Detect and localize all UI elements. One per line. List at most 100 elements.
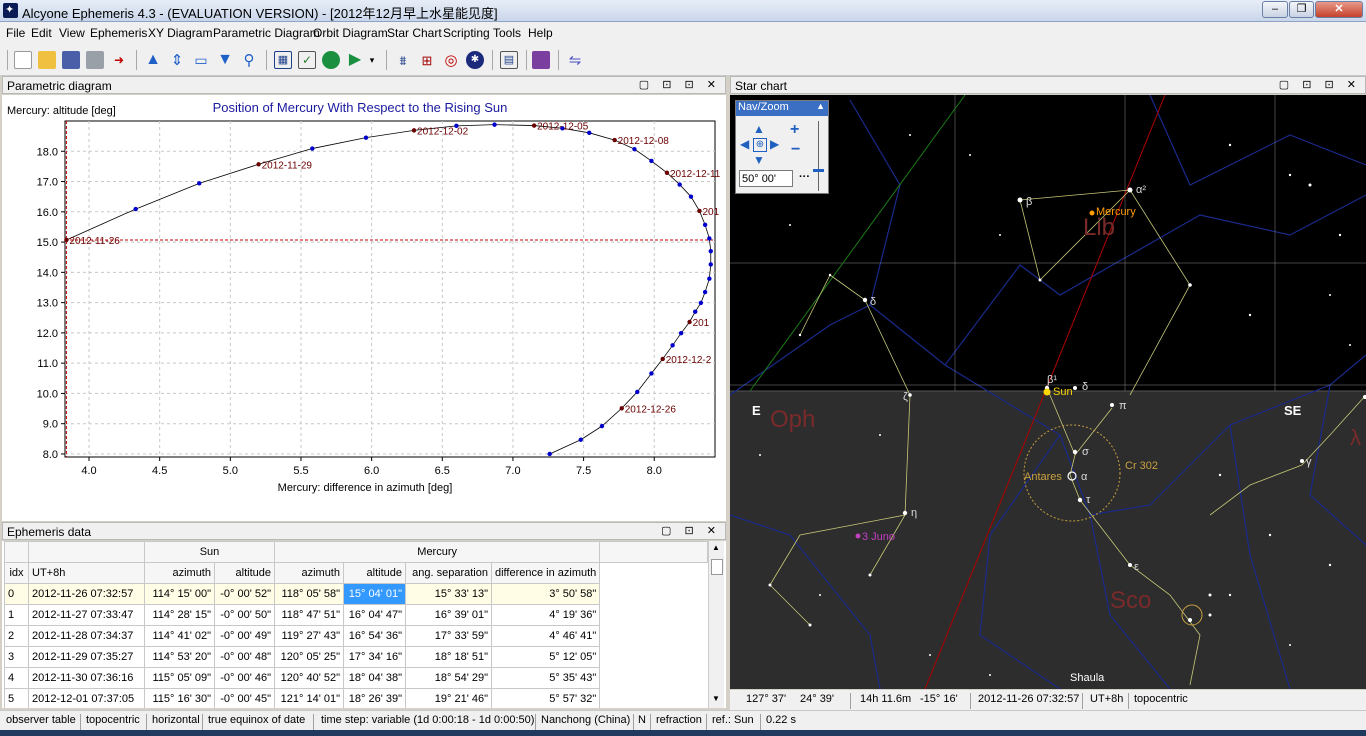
menu-ephemeris[interactable]: Ephemeris [90,26,147,40]
table-row[interactable]: 5 2012-12-01 07:37:05 115° 16' 30" -0° 00' … [4,688,708,708]
chevron-down-icon[interactable]: ▾ [366,51,378,69]
label-sigma: σ [1082,446,1089,458]
label-shaula: Shaula [1070,672,1105,684]
parametric-diagram-icon[interactable]: ⊞ [418,51,436,69]
cell: 0 [4,583,29,605]
pan-down-icon[interactable]: ▼ [753,153,765,167]
xy-diagram-icon[interactable]: ⩩ [394,51,412,69]
panel-window-buttons[interactable]: ▢ ⊡ ⊡ ✕ [1279,78,1361,91]
nav-zoom-header[interactable]: Nav/Zoom ▲ [736,101,828,116]
label-gamma: γ [1306,456,1312,468]
menu-help[interactable]: Help [528,26,553,40]
data-point [702,289,708,295]
table-row[interactable]: 0 2012-11-26 07:32:57 114° 15' 00" -0° 00' … [4,583,708,605]
book-icon[interactable] [532,51,550,69]
menu-orbit-diagram[interactable]: Orbit Diagram [313,26,388,40]
chart-title: Position of Mercury With Respect to the … [213,100,508,115]
menu-xy-diagram[interactable]: XY Diagram [148,26,212,40]
scroll-up-icon[interactable]: ▲ [712,543,720,552]
divider [1082,693,1083,709]
zoom-slider-thumb[interactable] [813,169,824,172]
zoom-out-icon[interactable]: − [791,141,800,159]
menu-star-chart[interactable]: Star Chart [387,26,442,40]
divider [760,714,761,730]
star-chart-icon[interactable]: ✱ [466,51,484,69]
save-icon[interactable] [62,51,80,69]
y-tick-label: 18.0 [37,146,58,158]
arrow-down-icon[interactable]: ▼ [216,51,234,69]
center-icon[interactable]: ⊕ [753,138,767,152]
parametric-diagram[interactable]: 4.0 4.5 5.0 5.5 6.0 6.5 7.0 7.5 8.0 8.0 9.0 10.0 11.… [2,95,726,521]
column-header[interactable]: idx [4,562,29,584]
arrow-up-icon[interactable]: ▲ [144,51,162,69]
column-header[interactable]: altitude [343,562,406,584]
menu-scripting[interactable]: Scripting [443,26,490,40]
search-icon[interactable]: ⚲ [240,51,258,69]
pan-right-icon[interactable]: ▶ [770,137,779,151]
cell: 120° 05' 25" [274,646,344,668]
minimize-button[interactable]: – [1262,1,1288,18]
cell: 3 [4,646,29,668]
data-point [531,123,537,128]
menu-tools[interactable]: Tools [493,26,521,40]
cell: 4° 19' 36" [490,604,601,626]
data-point [619,406,624,411]
column-header[interactable]: azimuth [274,562,344,584]
parametric-chart[interactable]: 4.0 4.5 5.0 5.5 6.0 6.5 7.0 7.5 8.0 8.0 9.0 10.0 11.… [2,95,726,521]
panel-window-buttons[interactable]: ▢ ⊡ ⊡ ✕ [639,78,721,91]
column-header[interactable]: altitude [214,562,275,584]
juno-marker[interactable] [855,533,861,539]
export-icon[interactable]: ➜ [110,51,128,69]
menu-parametric-diagram[interactable]: Parametric Diagram [213,26,320,40]
table-row[interactable]: 4 2012-11-30 07:36:16 115° 05' 09" -0° 00' … [4,667,708,689]
table-icon[interactable]: ▦ [274,51,292,69]
status-time-step: time step: variable (1d 0:00:18 - 1d 0:0… [321,714,535,726]
x-tick-label: 5.0 [223,465,238,477]
column-header[interactable]: difference in azimuth [490,562,601,584]
open-folder-icon[interactable] [38,51,56,69]
menu-view[interactable]: View [59,26,85,40]
vertical-scrollbar[interactable]: ▲ ▼ [708,541,724,708]
scroll-down-icon[interactable]: ▼ [712,694,720,703]
more-icon[interactable]: ··· [799,171,810,183]
pan-left-icon[interactable]: ◀ [740,137,749,151]
menu-edit[interactable]: Edit [31,26,52,40]
divider [850,693,851,709]
globe-icon[interactable] [322,51,340,69]
zoom-in-icon[interactable]: + [790,121,799,139]
play-icon[interactable]: ▶ [346,51,364,69]
expand-icon[interactable]: ⇕ [168,51,186,69]
column-header[interactable]: ang. separation [405,562,492,584]
chart-icon[interactable]: ✓ [298,51,316,69]
window-icon[interactable]: ▭ [192,51,210,69]
cell: 5° 35' 43" [490,667,601,689]
sun-marker[interactable] [1043,388,1051,396]
print-icon[interactable] [86,51,104,69]
scrollbar-thumb[interactable] [711,559,723,575]
label-eta: η [911,507,917,519]
orbit-diagram-icon[interactable]: ◎ [442,51,460,69]
window-title: Alcyone Ephemeris 4.3 - (EVALUATION VERS… [22,6,498,21]
label-sco: Sco [1110,587,1151,614]
table-row[interactable]: 2 2012-11-28 07:34:37 114° 41' 02" -0° 00' … [4,625,708,647]
new-file-icon[interactable] [14,51,32,69]
table-row[interactable]: 3 2012-11-29 07:35:27 114° 53' 20" -0° 00' … [4,646,708,668]
column-header[interactable]: UT+8h [28,562,145,584]
data-point [697,208,702,214]
table-row[interactable]: 1 2012-11-27 07:33:47 114° 28' 15" -0° 00' … [4,604,708,626]
ephemeris-table: Sun Mercury idx UT+8h azimuth altitude a… [4,541,709,708]
pan-up-icon[interactable]: ▲ [753,122,765,136]
divider [633,714,634,730]
zoom-slider[interactable] [818,121,822,191]
label-lambda: λ [1350,425,1361,450]
column-header[interactable]: azimuth [144,562,215,584]
image-icon[interactable]: ▤ [500,51,518,69]
panel-window-buttons[interactable]: ▢ ⊡ ✕ [661,524,721,537]
close-button[interactable]: ✕ [1315,1,1363,18]
exit-icon[interactable]: ⇋ [566,51,584,69]
restore-button[interactable]: ❐ [1289,1,1314,18]
collapse-icon[interactable]: ▲ [816,101,825,111]
selected-cell[interactable]: 15° 04' 01" [343,583,406,605]
menu-file[interactable]: File [6,26,25,40]
zoom-field[interactable] [739,170,793,187]
